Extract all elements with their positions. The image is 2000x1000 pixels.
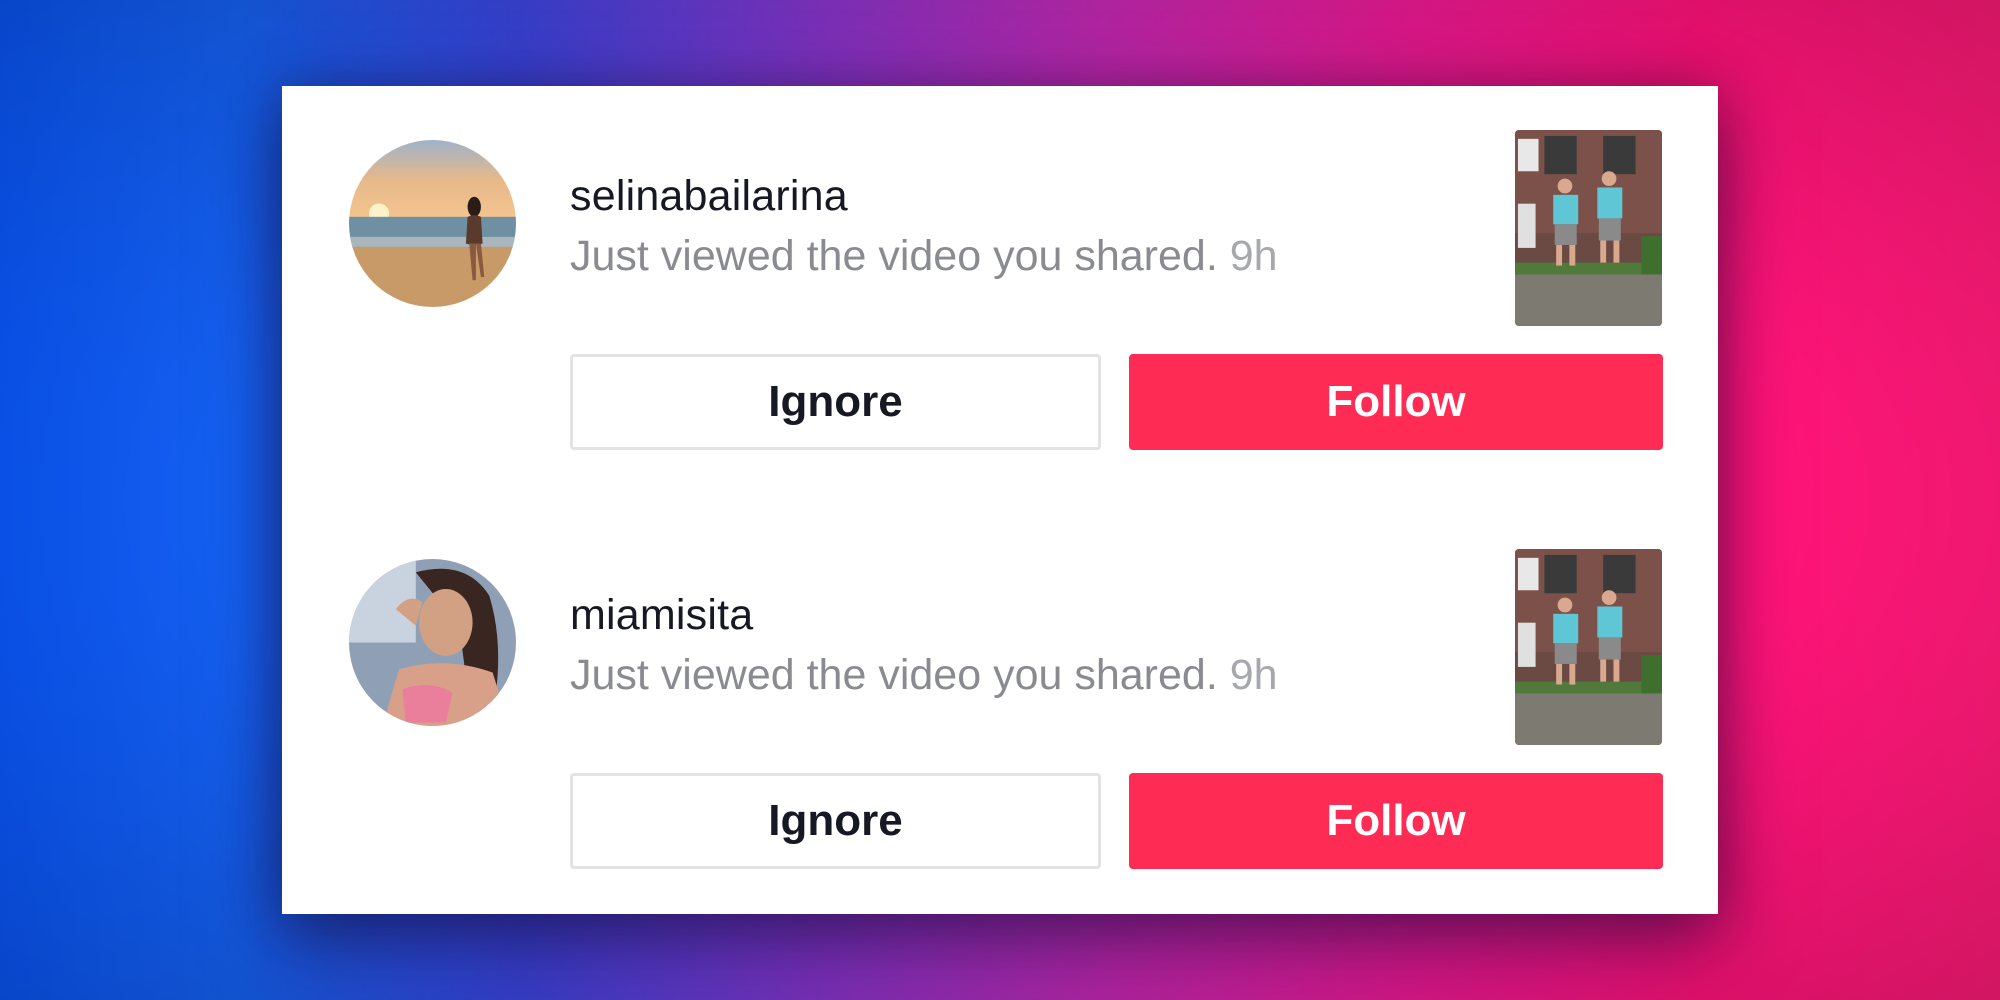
avatar[interactable] xyxy=(349,140,516,307)
ignore-button[interactable]: Ignore xyxy=(570,773,1101,869)
notification-card: selinabailarina Just viewed the video yo… xyxy=(282,86,1718,914)
username[interactable]: selinabailarina xyxy=(570,172,848,221)
avatar[interactable] xyxy=(349,559,516,726)
notification-message: Just viewed the video you shared. 9h xyxy=(570,232,1278,281)
message-text: Just viewed the video you shared. xyxy=(570,651,1218,699)
follow-button[interactable]: Follow xyxy=(1129,354,1663,450)
ignore-button[interactable]: Ignore xyxy=(570,354,1101,450)
video-thumbnail[interactable] xyxy=(1515,130,1662,326)
notification-item: selinabailarina Just viewed the video yo… xyxy=(282,86,1718,450)
message-text: Just viewed the video you shared. xyxy=(570,232,1218,280)
username[interactable]: miamisita xyxy=(570,591,753,640)
notification-item: miamisita Just viewed the video you shar… xyxy=(282,505,1718,869)
timestamp: 9h xyxy=(1229,651,1278,699)
video-thumbnail[interactable] xyxy=(1515,549,1662,745)
notification-message: Just viewed the video you shared. 9h xyxy=(570,651,1278,700)
timestamp: 9h xyxy=(1229,232,1278,280)
follow-button[interactable]: Follow xyxy=(1129,773,1663,869)
